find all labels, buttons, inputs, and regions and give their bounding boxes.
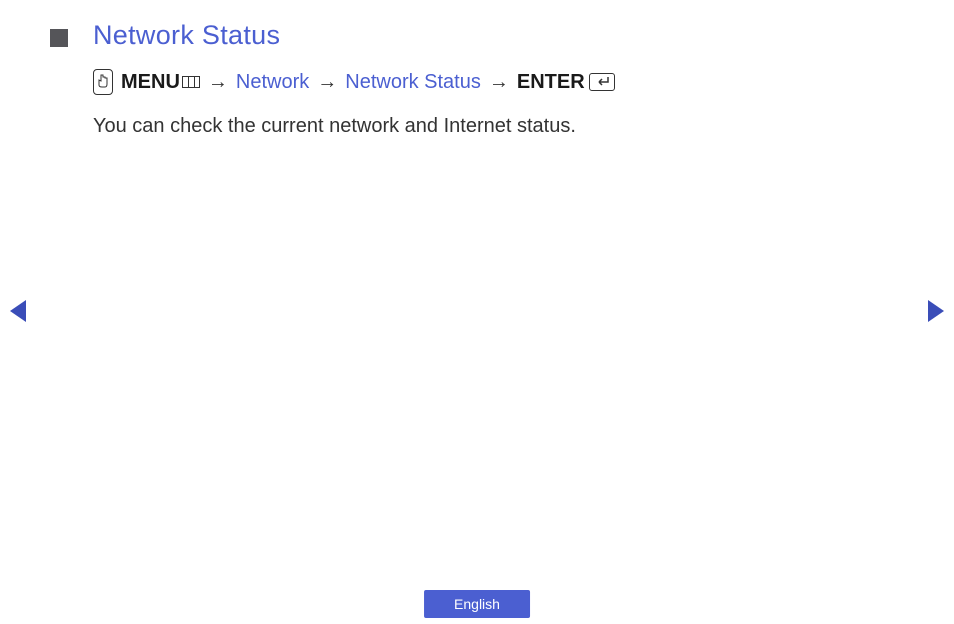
page-title: Network Status xyxy=(93,20,280,51)
bullet-icon xyxy=(50,29,68,47)
chevron-left-icon xyxy=(10,300,26,322)
prev-page-button[interactable] xyxy=(10,300,26,322)
enter-icon xyxy=(589,73,615,91)
breadcrumb-network: Network xyxy=(236,71,309,94)
menu-text: MENU xyxy=(121,71,180,94)
hand-icon xyxy=(97,73,109,92)
language-badge: English xyxy=(424,590,530,618)
arrow-icon: → xyxy=(489,71,509,94)
breadcrumb-network-status: Network Status xyxy=(345,71,481,94)
next-page-button[interactable] xyxy=(928,300,944,322)
menu-icon xyxy=(182,76,200,88)
arrow-icon: → xyxy=(208,71,228,94)
breadcrumb: MENU → Network → Network Status → ENTER xyxy=(93,69,904,95)
enter-text: ENTER xyxy=(517,71,585,94)
chevron-right-icon xyxy=(928,300,944,322)
arrow-icon: → xyxy=(317,71,337,94)
description-text: You can check the current network and In… xyxy=(93,115,904,138)
title-row: Network Status xyxy=(50,20,904,51)
menu-label: MENU xyxy=(121,71,200,94)
page-content: Network Status MENU → Network → Network … xyxy=(0,0,954,138)
enter-label: ENTER xyxy=(517,71,615,94)
remote-icon xyxy=(93,69,113,95)
